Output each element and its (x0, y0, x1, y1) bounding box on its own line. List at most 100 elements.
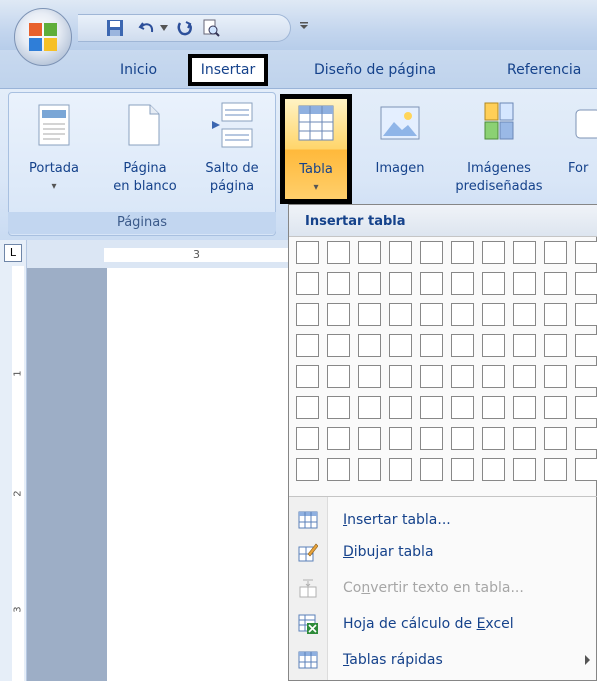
grid-cell[interactable] (420, 396, 443, 419)
imagen-button[interactable]: Imagen (360, 98, 440, 202)
tab-diseno-de-pagina[interactable]: Diseño de página (314, 56, 436, 84)
grid-cell[interactable] (544, 396, 567, 419)
grid-cell[interactable] (420, 458, 443, 481)
grid-cell[interactable] (575, 365, 597, 388)
grid-cell[interactable] (482, 365, 505, 388)
tab-selector[interactable]: L (4, 244, 22, 262)
grid-cell[interactable] (451, 458, 474, 481)
grid-cell[interactable] (544, 241, 567, 264)
grid-cell[interactable] (482, 458, 505, 481)
grid-cell[interactable] (513, 272, 536, 295)
grid-cell[interactable] (451, 334, 474, 357)
tab-referencias[interactable]: Referencia (507, 56, 581, 84)
grid-cell[interactable] (544, 458, 567, 481)
grid-cell[interactable] (296, 427, 319, 450)
grid-cell[interactable] (482, 396, 505, 419)
grid-cell[interactable] (358, 241, 381, 264)
grid-cell[interactable] (420, 365, 443, 388)
grid-cell[interactable] (296, 303, 319, 326)
menu-tablas-rapidas[interactable]: Tablas rápidas (289, 642, 597, 678)
grid-cell[interactable] (544, 303, 567, 326)
grid-cell[interactable] (327, 241, 350, 264)
grid-cell[interactable] (575, 396, 597, 419)
portada-button[interactable]: Portada ▾ (12, 98, 96, 208)
grid-cell[interactable] (451, 365, 474, 388)
grid-cell[interactable] (327, 365, 350, 388)
imagenes-prediseñadas-button[interactable]: Imágenes prediseñadas (440, 98, 558, 202)
grid-cell[interactable] (327, 272, 350, 295)
grid-cell[interactable] (575, 303, 597, 326)
grid-cell[interactable] (358, 272, 381, 295)
grid-cell[interactable] (513, 458, 536, 481)
undo-dropdown-icon[interactable] (160, 25, 168, 31)
grid-cell[interactable] (513, 334, 536, 357)
grid-cell[interactable] (575, 334, 597, 357)
document-page[interactable] (107, 268, 288, 681)
grid-cell[interactable] (482, 334, 505, 357)
tab-insertar[interactable]: Insertar (188, 54, 268, 86)
tab-inicio[interactable]: Inicio (120, 56, 157, 84)
grid-cell[interactable] (451, 396, 474, 419)
grid-cell[interactable] (544, 272, 567, 295)
grid-cell[interactable] (420, 241, 443, 264)
grid-cell[interactable] (575, 272, 597, 295)
grid-cell[interactable] (513, 396, 536, 419)
grid-cell[interactable] (296, 241, 319, 264)
formas-button[interactable]: For (560, 98, 597, 202)
grid-cell[interactable] (420, 303, 443, 326)
salto-de-pagina-button[interactable]: Salto de página (190, 98, 274, 208)
table-size-grid[interactable] (296, 241, 597, 489)
grid-cell[interactable] (358, 365, 381, 388)
grid-cell[interactable] (358, 427, 381, 450)
grid-cell[interactable] (389, 241, 412, 264)
grid-cell[interactable] (451, 241, 474, 264)
grid-cell[interactable] (482, 303, 505, 326)
grid-cell[interactable] (544, 427, 567, 450)
grid-cell[interactable] (575, 427, 597, 450)
grid-cell[interactable] (513, 365, 536, 388)
grid-cell[interactable] (451, 303, 474, 326)
grid-cell[interactable] (389, 365, 412, 388)
grid-cell[interactable] (389, 427, 412, 450)
grid-cell[interactable] (389, 396, 412, 419)
grid-cell[interactable] (358, 303, 381, 326)
grid-cell[interactable] (358, 458, 381, 481)
grid-cell[interactable] (420, 272, 443, 295)
grid-cell[interactable] (389, 458, 412, 481)
grid-cell[interactable] (296, 396, 319, 419)
grid-cell[interactable] (389, 334, 412, 357)
grid-cell[interactable] (420, 334, 443, 357)
grid-cell[interactable] (358, 334, 381, 357)
pagina-en-blanco-button[interactable]: Página en blanco (100, 98, 190, 208)
grid-cell[interactable] (327, 396, 350, 419)
grid-cell[interactable] (327, 427, 350, 450)
undo-icon[interactable] (138, 19, 156, 37)
grid-cell[interactable] (513, 303, 536, 326)
menu-insertar-tabla[interactable]: Insertar tabla... (289, 502, 597, 538)
grid-cell[interactable] (482, 427, 505, 450)
grid-cell[interactable] (544, 334, 567, 357)
customize-toolbar-icon[interactable] (300, 22, 308, 30)
grid-cell[interactable] (327, 334, 350, 357)
grid-cell[interactable] (296, 365, 319, 388)
tabla-button[interactable]: Tabla ▾ (280, 94, 352, 204)
grid-cell[interactable] (358, 396, 381, 419)
grid-cell[interactable] (482, 272, 505, 295)
redo-icon[interactable] (176, 19, 194, 37)
grid-cell[interactable] (544, 365, 567, 388)
grid-cell[interactable] (482, 241, 505, 264)
grid-cell[interactable] (575, 458, 597, 481)
grid-cell[interactable] (327, 458, 350, 481)
print-preview-icon[interactable] (202, 19, 220, 37)
grid-cell[interactable] (451, 272, 474, 295)
grid-cell[interactable] (575, 241, 597, 264)
save-icon[interactable] (106, 19, 124, 37)
grid-cell[interactable] (420, 427, 443, 450)
grid-cell[interactable] (389, 303, 412, 326)
menu-dibujar-tabla[interactable]: Dibujar tabla (289, 534, 597, 570)
grid-cell[interactable] (513, 427, 536, 450)
menu-hoja-de-calculo-de-excel[interactable]: Hoja de cálculo de Excel (289, 606, 597, 642)
menu-convertir-texto-en-tabla[interactable]: Convertir texto en tabla... (289, 570, 597, 606)
office-button[interactable] (14, 8, 72, 66)
grid-cell[interactable] (451, 427, 474, 450)
